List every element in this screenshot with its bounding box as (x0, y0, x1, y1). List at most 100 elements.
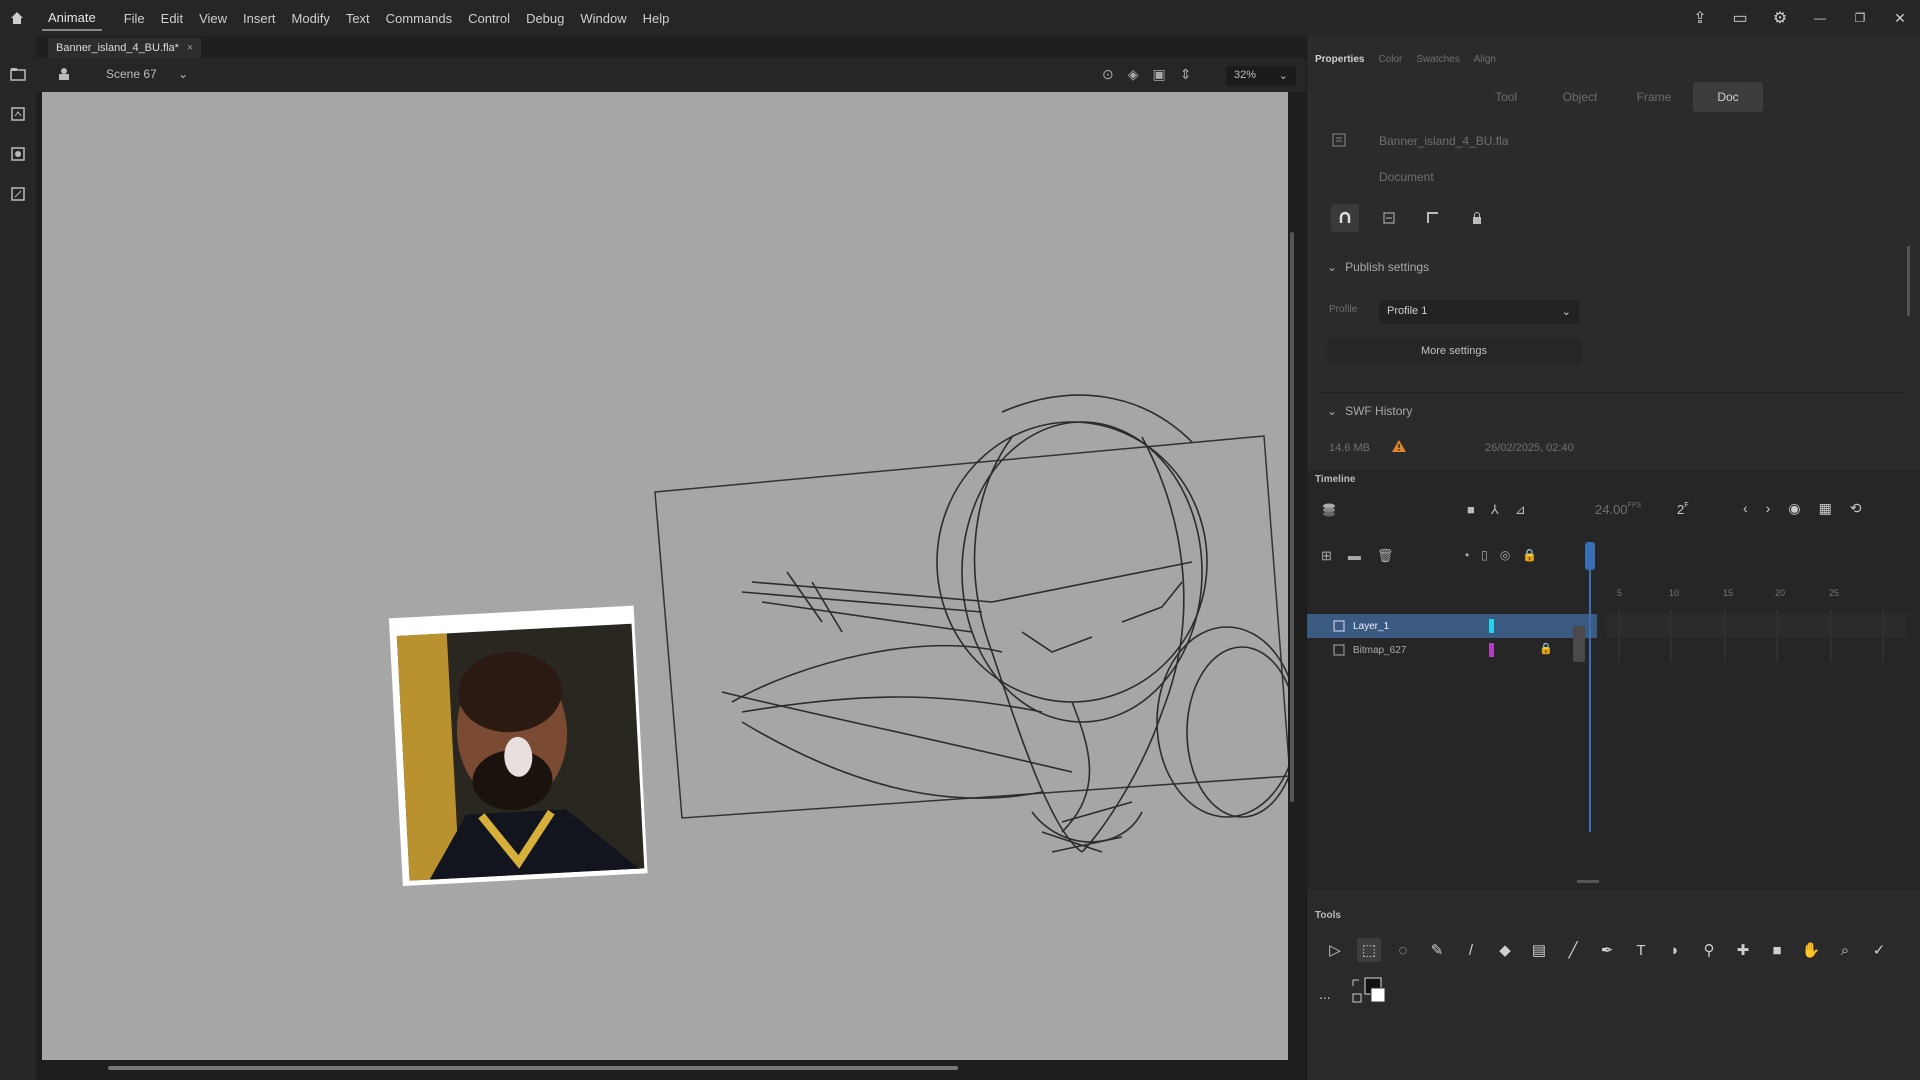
new-layer-icon[interactable]: ⊞ (1321, 548, 1332, 564)
lock-icon[interactable] (1463, 204, 1491, 232)
onion-skin-icon[interactable]: ◉ (1788, 500, 1800, 517)
menu-text[interactable]: Text (346, 11, 370, 26)
frame-ruler-10: 10 (1669, 588, 1679, 598)
more-settings-button[interactable]: More settings (1327, 338, 1581, 364)
center-stage-icon[interactable]: ⊙ (1102, 66, 1114, 83)
close-icon[interactable]: ✕ (1880, 10, 1920, 27)
hand-tool-icon[interactable]: ✋ (1799, 938, 1823, 962)
outline-layer-icon[interactable]: ▯ (1481, 548, 1488, 562)
lasso-tool-icon[interactable]: ◌ (1391, 938, 1415, 962)
head-sketch[interactable] (721, 394, 1298, 853)
rectangle-tool-icon[interactable]: ▤ (1527, 938, 1551, 962)
minimize-icon[interactable]: — (1800, 11, 1840, 25)
zoom-selector[interactable]: 32% ⌄ (1226, 66, 1296, 86)
tab-properties[interactable]: Properties (1315, 54, 1364, 65)
frame-grid[interactable]: 5 10 15 20 25 (1607, 574, 1907, 670)
library-icon[interactable] (0, 54, 36, 94)
swf-history-header[interactable]: ⌄ SWF History (1327, 404, 1412, 418)
brush-tool-icon[interactable]: / (1459, 938, 1483, 962)
menu-edit[interactable]: Edit (161, 11, 183, 26)
new-folder-icon[interactable]: ▬ (1348, 548, 1361, 564)
lock-icon[interactable]: 🔒 (1539, 642, 1553, 655)
selection-tool-icon[interactable]: ▷ (1323, 938, 1347, 962)
lock-all-icon[interactable]: 🔒 (1522, 548, 1537, 562)
line-tool-icon[interactable]: ╱ (1561, 938, 1585, 962)
playhead[interactable] (1585, 542, 1595, 832)
camera-icon[interactable]: ■ (1467, 502, 1475, 518)
stage-canvas[interactable] (42, 92, 1298, 1060)
subtab-object[interactable]: Object (1545, 82, 1615, 112)
reference-photo[interactable] (388, 605, 648, 887)
layer-color-swatch[interactable] (1489, 643, 1494, 657)
close-tab-icon[interactable]: × (187, 42, 193, 54)
fit-stage-icon[interactable]: ▣ (1153, 66, 1166, 83)
magnet-icon[interactable] (1331, 204, 1359, 232)
tab-align[interactable]: Align (1474, 54, 1496, 65)
vertical-scrollbar[interactable] (1290, 232, 1294, 802)
eraser-tool-icon[interactable]: ◆ (1493, 938, 1517, 962)
menu-insert[interactable]: Insert (243, 11, 276, 26)
more-tools-button[interactable]: ... (1319, 986, 1331, 1002)
swap-icon[interactable] (1375, 204, 1403, 232)
zoom-tool-icon[interactable]: ⌕ (1833, 938, 1857, 962)
free-transform-tool-icon[interactable]: ⬚ (1357, 938, 1381, 962)
edit-symbol-icon[interactable] (56, 66, 72, 87)
fps-display[interactable]: 24.00FPS (1595, 502, 1641, 517)
rotate-stage-icon[interactable]: ⇕ (1180, 66, 1192, 83)
camera-tool-icon[interactable]: ■ (1765, 938, 1789, 962)
next-frame-icon[interactable]: › (1766, 500, 1771, 517)
edit-multiple-frames-icon[interactable]: ▦ (1819, 500, 1832, 517)
motion-presets-icon[interactable] (0, 174, 36, 214)
menu-help[interactable]: Help (643, 11, 670, 26)
subtab-frame[interactable]: Frame (1619, 82, 1689, 112)
profile-select[interactable]: Profile 1 ⌄ (1379, 300, 1579, 324)
layer-depth-icon[interactable] (1321, 502, 1337, 523)
paint-bucket-tool-icon[interactable]: ◗ (1663, 938, 1687, 962)
subtab-doc[interactable]: Doc (1693, 82, 1763, 112)
corner-icon[interactable] (1419, 204, 1447, 232)
tab-swatches[interactable]: Swatches (1416, 54, 1459, 65)
menu-view[interactable]: View (199, 11, 227, 26)
menu-file[interactable]: File (124, 11, 145, 26)
stroke-fill-swatch[interactable] (1351, 976, 1387, 1013)
frame-display[interactable]: 2F (1677, 502, 1689, 517)
document-tab[interactable]: Banner_island_4_BU.fla* × (48, 38, 202, 58)
app-name[interactable]: Animate (42, 6, 102, 31)
layer-row-bitmap[interactable]: Bitmap_627 🔒 (1307, 638, 1597, 662)
menu-window[interactable]: Window (580, 11, 626, 26)
paint-brush-tool-icon[interactable]: ✎ (1425, 938, 1449, 962)
restore-icon[interactable]: ❐ (1840, 11, 1880, 25)
assets-icon[interactable] (0, 94, 36, 134)
publish-settings-header[interactable]: ⌄ Publish settings (1327, 260, 1429, 274)
home-icon[interactable] (0, 0, 34, 36)
components-icon[interactable] (0, 134, 36, 174)
workspace-icon[interactable]: ▭ (1720, 8, 1760, 28)
horizontal-scrollbar[interactable] (108, 1066, 958, 1070)
subtab-tool[interactable]: Tool (1471, 82, 1541, 112)
highlight-layer-icon[interactable]: • (1465, 548, 1469, 562)
hide-all-icon[interactable]: ◎ (1500, 548, 1510, 562)
properties-scrollbar[interactable] (1907, 246, 1910, 316)
loop-icon[interactable]: ⟲ (1850, 500, 1862, 517)
tab-color[interactable]: Color (1378, 54, 1402, 65)
share-icon[interactable]: ⇪ (1680, 8, 1720, 28)
text-tool-icon[interactable]: T (1629, 938, 1653, 962)
asset-warp-tool-icon[interactable]: ✓ (1867, 938, 1891, 962)
pin-tool-icon[interactable]: ✚ (1731, 938, 1755, 962)
menu-modify[interactable]: Modify (292, 11, 330, 26)
eyedropper-tool-icon[interactable]: ⚲ (1697, 938, 1721, 962)
menu-control[interactable]: Control (468, 11, 510, 26)
settings-icon[interactable]: ⚙ (1760, 8, 1800, 28)
scene-selector[interactable]: Scene 67 ⌄ (106, 67, 188, 81)
clip-content-icon[interactable]: ◈ (1128, 66, 1139, 83)
layer-color-swatch[interactable] (1489, 619, 1494, 633)
menu-debug[interactable]: Debug (526, 11, 564, 26)
parenting-icon[interactable]: ⅄ (1491, 502, 1499, 518)
layer-row-layer-1[interactable]: Layer_1 (1307, 614, 1597, 638)
pen-tool-icon[interactable]: ✒ (1595, 938, 1619, 962)
menu-commands[interactable]: Commands (386, 11, 452, 26)
delete-layer-icon[interactable]: 🗑 (1377, 548, 1394, 564)
timeline-resize-handle[interactable] (1577, 880, 1599, 883)
prev-frame-icon[interactable]: ‹ (1743, 500, 1748, 517)
graph-icon[interactable]: ⊿ (1515, 502, 1526, 518)
